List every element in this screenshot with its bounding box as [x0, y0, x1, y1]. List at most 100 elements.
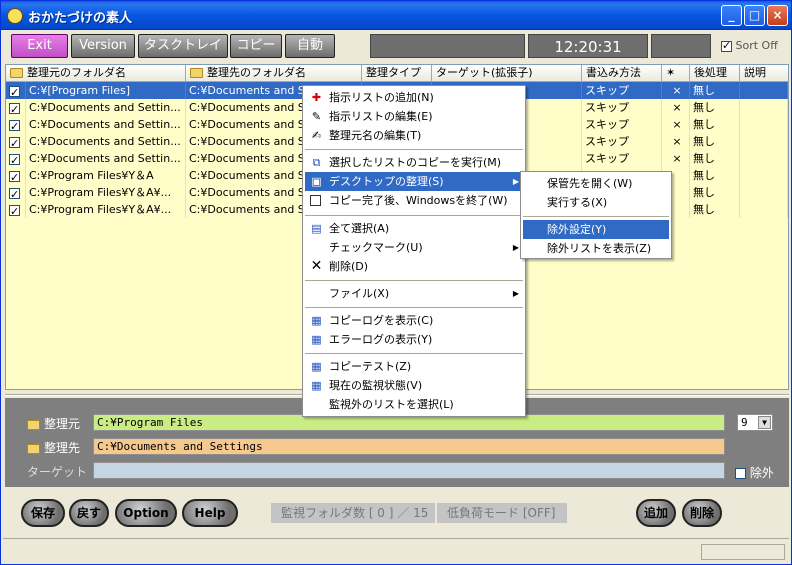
- row-checkbox[interactable]: [9, 203, 20, 218]
- submenu-item-exclude-settings[interactable]: 除外設定(Y): [523, 220, 669, 239]
- menu-item-delete[interactable]: ✕ 削除(D): [305, 257, 523, 276]
- row-check-cell[interactable]: [6, 99, 26, 116]
- cell-method: スキップ: [582, 150, 662, 167]
- menu-item-error-log[interactable]: ▦ エラーログの表示(Y): [305, 330, 523, 349]
- cell-desc: [740, 201, 788, 218]
- chevron-down-icon[interactable]: ▼: [758, 416, 771, 429]
- cell-src: C:¥Documents and Settin...: [26, 99, 186, 116]
- column-header-target[interactable]: ターゲット(拡張子): [432, 65, 582, 82]
- cell-desc: [740, 82, 788, 99]
- cell-desc: [740, 116, 788, 133]
- column-header-mark[interactable]: ✶: [662, 65, 690, 82]
- row-checkbox[interactable]: [9, 101, 20, 116]
- clock: 12:20:31: [528, 34, 648, 58]
- menu-separator: [305, 307, 523, 308]
- desktop-submenu: 保管先を開く(W) 実行する(X) 除外設定(Y) 除外リストを表示(Z): [520, 171, 672, 259]
- auto-button[interactable]: 自動: [285, 34, 335, 58]
- target-field[interactable]: [93, 462, 725, 479]
- row-check-cell[interactable]: [6, 184, 26, 201]
- row-check-cell[interactable]: [6, 82, 26, 99]
- exclude-toggle[interactable]: 除外: [735, 464, 774, 481]
- save-button[interactable]: 保存: [21, 499, 65, 527]
- chevron-right-icon: ▶: [512, 243, 519, 252]
- menu-item-select-unwatched[interactable]: 監視外のリストを選択(L): [305, 395, 523, 414]
- log-icon: ▦: [311, 333, 322, 346]
- row-check-cell[interactable]: [6, 116, 26, 133]
- cell-post: 無し: [690, 116, 740, 133]
- sort-off-label: Sort Off: [735, 39, 778, 52]
- option-button[interactable]: Option: [115, 499, 177, 527]
- status-bar: [3, 538, 789, 564]
- checkbox-icon: [310, 195, 321, 206]
- sort-off-checkbox[interactable]: [721, 39, 732, 52]
- menu-item-shutdown-after-copy[interactable]: コピー完了後、Windowsを終了(W): [305, 191, 523, 210]
- menu-item-edit-list[interactable]: ✎ 指示リストの編集(E): [305, 107, 523, 126]
- dst-label: 整理先: [27, 439, 80, 456]
- column-header-method[interactable]: 書込み方法: [582, 65, 662, 82]
- row-checkbox[interactable]: [9, 152, 20, 167]
- maximize-button[interactable]: □: [744, 5, 765, 26]
- menu-item-checkmark[interactable]: チェックマーク(U) ▶: [305, 238, 523, 257]
- copy-button[interactable]: コピー: [230, 34, 282, 58]
- menu-item-desktop-cleanup[interactable]: ▣ デスクトップの整理(S) ▶: [305, 172, 523, 191]
- column-header-post[interactable]: 後処理: [690, 65, 740, 82]
- menu-item-copy-test[interactable]: ▦ コピーテスト(Z): [305, 357, 523, 376]
- window-title: おかたづけの素人: [28, 11, 133, 26]
- menu-item-file[interactable]: ファイル(X) ▶: [305, 284, 523, 303]
- row-checkbox[interactable]: [9, 186, 20, 201]
- cell-desc: [740, 133, 788, 150]
- cell-src: C:¥Program Files¥Y＆A¥...: [26, 184, 186, 201]
- cell-post: 無し: [690, 150, 740, 167]
- watch-count: 監視フォルダ数 [ 0 ] ／ 15: [271, 503, 435, 523]
- column-header-type[interactable]: 整理タイプ: [362, 65, 432, 82]
- delete-button[interactable]: 削除: [682, 499, 722, 527]
- close-button[interactable]: ×: [767, 5, 788, 26]
- submenu-item-open-storage[interactable]: 保管先を開く(W): [523, 174, 669, 193]
- menu-item-run-copy[interactable]: ⧉ 選択したリストのコピーを実行(M): [305, 153, 523, 172]
- cell-src: C:¥Program Files¥Y＆A¥...: [26, 201, 186, 218]
- desktop-icon: ▣: [311, 175, 322, 188]
- back-button[interactable]: 戻す: [69, 499, 109, 527]
- context-menu: ✚ 指示リストの追加(N) ✎ 指示リストの編集(E) ✍ 整理元名の編集(T) ⧉ 選…: [302, 85, 526, 417]
- row-checkbox[interactable]: [9, 135, 20, 150]
- menu-item-edit-src-name[interactable]: ✍ 整理元名の編集(T): [305, 126, 523, 145]
- menu-item-add-list[interactable]: ✚ 指示リストの追加(N): [305, 88, 523, 107]
- row-checkbox[interactable]: [9, 169, 20, 184]
- menu-separator: [523, 216, 669, 217]
- version-button[interactable]: Version: [71, 34, 135, 58]
- column-header-src[interactable]: 整理元のフォルダ名: [6, 65, 186, 82]
- row-check-cell[interactable]: [6, 201, 26, 218]
- menu-item-copy-log[interactable]: ▦ コピーログを表示(C): [305, 311, 523, 330]
- row-checkbox[interactable]: [9, 84, 20, 99]
- toolbar-panel-right: [651, 34, 711, 58]
- exit-button[interactable]: Exit: [11, 34, 68, 58]
- exclude-checkbox[interactable]: [735, 468, 746, 479]
- title-bar: おかたづけの素人 _ □ ×: [1, 1, 791, 30]
- tasktray-button[interactable]: タスクトレイ: [138, 34, 228, 58]
- log-icon: ▦: [311, 314, 322, 327]
- menu-item-watch-status[interactable]: ▦ 現在の監視状態(V): [305, 376, 523, 395]
- submenu-item-show-exclude-list[interactable]: 除外リストを表示(Z): [523, 239, 669, 258]
- src-label: 整理元: [27, 415, 80, 432]
- minimize-button[interactable]: _: [721, 5, 742, 26]
- row-checkbox[interactable]: [9, 118, 20, 133]
- folder-icon: [27, 419, 40, 430]
- low-load-mode: 低負荷モード [OFF]: [437, 503, 567, 523]
- monitor-icon: ▦: [311, 379, 322, 392]
- cell-src: C:¥[Program Files]: [26, 82, 186, 99]
- column-header-dst[interactable]: 整理先のフォルダ名: [186, 65, 362, 82]
- cell-src: C:¥Program Files¥Y＆A: [26, 167, 186, 184]
- menu-item-select-all[interactable]: ▤ 全て選択(A): [305, 219, 523, 238]
- menu-separator: [305, 280, 523, 281]
- submenu-item-execute[interactable]: 実行する(X): [523, 193, 669, 212]
- folder-icon: [10, 68, 23, 78]
- help-button[interactable]: Help: [182, 499, 238, 527]
- row-check-cell[interactable]: [6, 150, 26, 167]
- dst-field[interactable]: C:¥Documents and Settings: [93, 438, 725, 455]
- add-button[interactable]: 追加: [636, 499, 676, 527]
- sort-off-toggle[interactable]: Sort Off: [721, 39, 778, 52]
- row-check-cell[interactable]: [6, 167, 26, 184]
- column-header-desc[interactable]: 説明: [740, 65, 788, 82]
- number-select[interactable]: 9 ▼: [737, 414, 773, 431]
- row-check-cell[interactable]: [6, 133, 26, 150]
